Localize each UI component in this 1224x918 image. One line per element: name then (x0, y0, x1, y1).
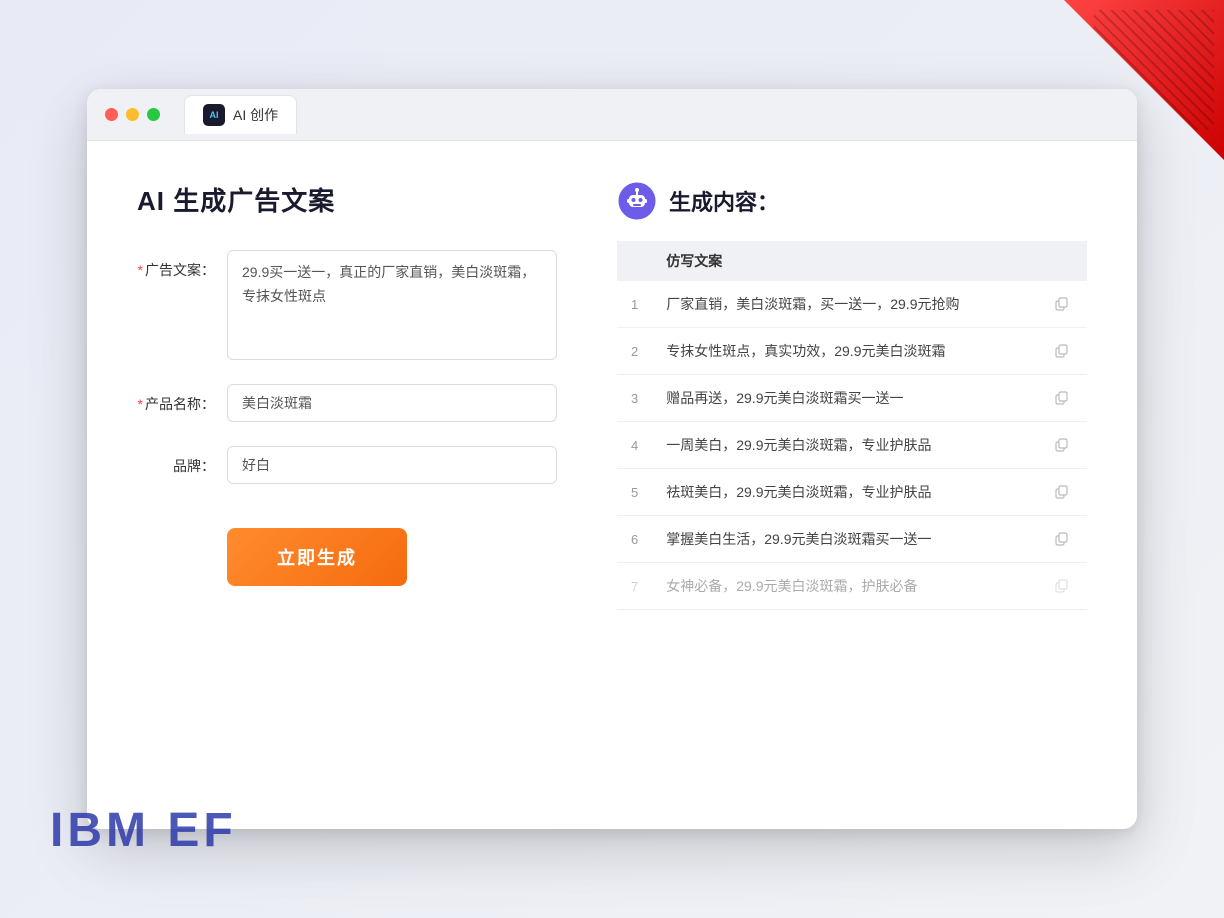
required-star-1: * (138, 262, 143, 278)
copy-button[interactable] (1051, 293, 1073, 315)
ibm-ef-decoration: IBM EF (50, 803, 237, 858)
generate-button[interactable]: 立即生成 (227, 528, 407, 586)
brand-group: 品牌： (137, 446, 557, 484)
copy-cell (1037, 516, 1087, 563)
titlebar: AI AI 创作 (87, 89, 1137, 141)
copy-button[interactable] (1051, 387, 1073, 409)
row-number: 6 (617, 516, 652, 563)
row-number: 4 (617, 422, 652, 469)
maximize-button[interactable] (147, 108, 160, 121)
col-text-header: 仿写文案 (652, 241, 1037, 281)
ai-tab-icon: AI (203, 104, 225, 126)
copy-cell (1037, 563, 1087, 610)
col-copy-header (1037, 241, 1087, 281)
row-text: 厂家直销，美白淡斑霜，买一送一，29.9元抢购 (652, 281, 1037, 328)
copy-cell (1037, 422, 1087, 469)
row-number: 3 (617, 375, 652, 422)
app-window: AI AI 创作 AI 生成广告文案 *广告文案： *产品名称： (87, 89, 1137, 829)
product-name-label: *产品名称： (137, 384, 227, 414)
copy-button[interactable] (1051, 481, 1073, 503)
copy-cell (1037, 281, 1087, 328)
ad-copy-input[interactable] (227, 250, 557, 360)
copy-button[interactable] (1051, 528, 1073, 550)
left-panel: AI 生成广告文案 *广告文案： *产品名称： 品牌： 立即生成 (137, 181, 557, 789)
copy-cell (1037, 328, 1087, 375)
row-text: 女神必备，29.9元美白淡斑霜，护肤必备 (652, 563, 1037, 610)
main-content: AI 生成广告文案 *广告文案： *产品名称： 品牌： 立即生成 (87, 141, 1137, 829)
copy-button[interactable] (1051, 575, 1073, 597)
ai-tab[interactable]: AI AI 创作 (184, 95, 297, 134)
table-row: 5祛斑美白，29.9元美白淡斑霜，专业护肤品 (617, 469, 1087, 516)
row-text: 祛斑美白，29.9元美白淡斑霜，专业护肤品 (652, 469, 1037, 516)
row-text: 掌握美白生活，29.9元美白淡斑霜买一送一 (652, 516, 1037, 563)
page-title: AI 生成广告文案 (137, 181, 557, 218)
results-table: 仿写文案 1厂家直销，美白淡斑霜，买一送一，29.9元抢购2专抹女性斑点，真实功… (617, 241, 1087, 610)
brand-input[interactable] (227, 446, 557, 484)
copy-button[interactable] (1051, 434, 1073, 456)
right-header: 生成内容： (617, 181, 1087, 221)
copy-cell (1037, 375, 1087, 422)
ad-copy-label: *广告文案： (137, 250, 227, 280)
table-row: 3赠品再送，29.9元美白淡斑霜买一送一 (617, 375, 1087, 422)
table-row: 1厂家直销，美白淡斑霜，买一送一，29.9元抢购 (617, 281, 1087, 328)
row-text: 专抹女性斑点，真实功效，29.9元美白淡斑霜 (652, 328, 1037, 375)
right-panel: 生成内容： 仿写文案 1厂家直销，美白淡斑霜，买一送一，29.9元抢购2专抹女性… (617, 181, 1087, 789)
col-num-header (617, 241, 652, 281)
window-controls (105, 108, 160, 121)
row-number: 2 (617, 328, 652, 375)
table-row: 6掌握美白生活，29.9元美白淡斑霜买一送一 (617, 516, 1087, 563)
table-header-row: 仿写文案 (617, 241, 1087, 281)
row-number: 1 (617, 281, 652, 328)
minimize-button[interactable] (126, 108, 139, 121)
required-star-2: * (138, 396, 143, 412)
row-text: 一周美白，29.9元美白淡斑霜，专业护肤品 (652, 422, 1037, 469)
tab-label: AI 创作 (233, 105, 278, 125)
right-title: 生成内容： (669, 185, 779, 217)
table-row: 7女神必备，29.9元美白淡斑霜，护肤必备 (617, 563, 1087, 610)
close-button[interactable] (105, 108, 118, 121)
brand-label: 品牌： (137, 446, 227, 476)
row-text: 赠品再送，29.9元美白淡斑霜买一送一 (652, 375, 1037, 422)
row-number: 5 (617, 469, 652, 516)
copy-cell (1037, 469, 1087, 516)
table-row: 2专抹女性斑点，真实功效，29.9元美白淡斑霜 (617, 328, 1087, 375)
product-name-input[interactable] (227, 384, 557, 422)
copy-button[interactable] (1051, 340, 1073, 362)
row-number: 7 (617, 563, 652, 610)
table-row: 4一周美白，29.9元美白淡斑霜，专业护肤品 (617, 422, 1087, 469)
robot-icon (617, 181, 657, 221)
ad-copy-group: *广告文案： (137, 250, 557, 360)
product-name-group: *产品名称： (137, 384, 557, 422)
